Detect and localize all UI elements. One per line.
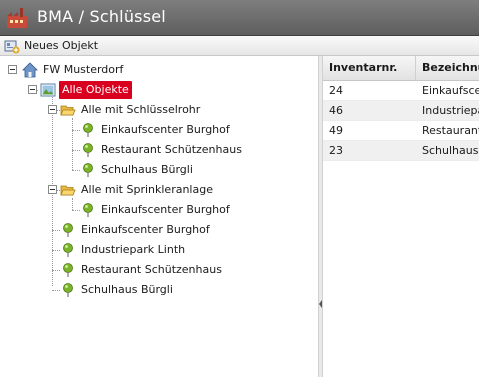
location-pin-icon [63, 263, 73, 277]
cell-inventory: 23 [329, 144, 343, 157]
new-object-button[interactable]: Neues Objekt [4, 37, 98, 54]
cell-name: Industriepark Linth [422, 104, 479, 117]
tree-label: Einkaufscenter Burghof [101, 123, 230, 136]
cell-inventory: 24 [329, 84, 343, 97]
location-pin-icon [63, 283, 73, 297]
tree-leaf[interactable]: Einkaufscenter Burghof [0, 201, 280, 219]
cell-name: Schulhaus Bürgli [422, 144, 479, 157]
title-bar: BMA / Schlüssel [0, 0, 479, 36]
tree-node-root[interactable]: FW Musterdorf [0, 61, 200, 79]
table-row[interactable]: 49 Restaurant Schützenhaus [323, 121, 479, 141]
tree-leaf[interactable]: Einkaufscenter Burghof [0, 121, 280, 139]
cell-inventory: 49 [329, 124, 343, 137]
table-row[interactable]: 24 Einkaufscenter Burghof [323, 81, 479, 101]
location-pin-icon [63, 243, 73, 257]
table-row[interactable]: 23 Schulhaus Bürgli [323, 141, 479, 161]
table-row[interactable]: 46 Industriepark Linth [323, 101, 479, 121]
tree-leaf[interactable]: Einkaufscenter Burghof [0, 221, 260, 239]
tree-label: Restaurant Schützenhaus [101, 143, 242, 156]
collapse-toggle[interactable] [48, 185, 57, 194]
collapse-toggle[interactable] [8, 65, 17, 74]
location-pin-icon [83, 163, 93, 177]
location-pin-icon [83, 203, 93, 217]
object-tree: FW Musterdorf Alle Objekte Alle mit Schl… [0, 56, 318, 377]
tree-label-all-objects: Alle Objekte [59, 81, 132, 99]
location-pin-icon [83, 123, 93, 137]
add-object-icon [4, 40, 20, 53]
tree-label: Einkaufscenter Burghof [101, 203, 230, 216]
column-header-name[interactable]: Bezeichnung [416, 56, 479, 80]
toolbar: Neues Objekt [0, 36, 479, 56]
tree-node-all-objects[interactable]: Alle Objekte [0, 81, 200, 99]
folder-open-icon [60, 185, 76, 196]
tree-leaf[interactable]: Industriepark Linth [0, 241, 260, 259]
collapse-toggle[interactable] [48, 105, 57, 114]
tree-label: Restaurant Schützenhaus [81, 263, 222, 276]
collapse-arrow-icon[interactable] [319, 300, 322, 308]
tree-label-group-sprinkler: Alle mit Sprinkleranlage [81, 183, 213, 196]
column-header-inventory[interactable]: Inventarnr. [323, 56, 416, 80]
tree-node-group-keytube[interactable]: Alle mit Schlüsselrohr [0, 101, 240, 119]
tree-label: Einkaufscenter Burghof [81, 223, 210, 236]
tree-leaf[interactable]: Restaurant Schützenhaus [0, 141, 280, 159]
tree-label: Industriepark Linth [81, 243, 186, 256]
image-folder-icon [40, 83, 56, 97]
location-pin-icon [63, 223, 73, 237]
tree-label: Schulhaus Bürgli [81, 283, 173, 296]
collapse-toggle[interactable] [28, 85, 37, 94]
cell-inventory: 46 [329, 104, 343, 117]
tree-label-root: FW Musterdorf [43, 63, 124, 76]
factory-icon [7, 8, 27, 28]
home-icon [22, 62, 38, 78]
app-title: BMA / Schlüssel [37, 7, 166, 26]
tree-leaf[interactable]: Schulhaus Bürgli [0, 161, 280, 179]
tree-leaf[interactable]: Schulhaus Bürgli [0, 281, 260, 299]
location-pin-icon [83, 143, 93, 157]
tree-label-group-keytube: Alle mit Schlüsselrohr [81, 103, 201, 116]
tree-leaf[interactable]: Restaurant Schützenhaus [0, 261, 260, 279]
grid-header: Inventarnr. Bezeichnung [323, 56, 479, 81]
new-object-label: Neues Objekt [24, 39, 99, 52]
folder-open-icon [60, 105, 76, 116]
cell-name: Einkaufscenter Burghof [422, 84, 479, 97]
cell-name: Restaurant Schützenhaus [422, 124, 479, 137]
tree-label: Schulhaus Bürgli [101, 163, 193, 176]
object-grid: Inventarnr. Bezeichnung 24 Einkaufscente… [323, 56, 479, 377]
tree-node-group-sprinkler[interactable]: Alle mit Sprinkleranlage [0, 181, 260, 199]
